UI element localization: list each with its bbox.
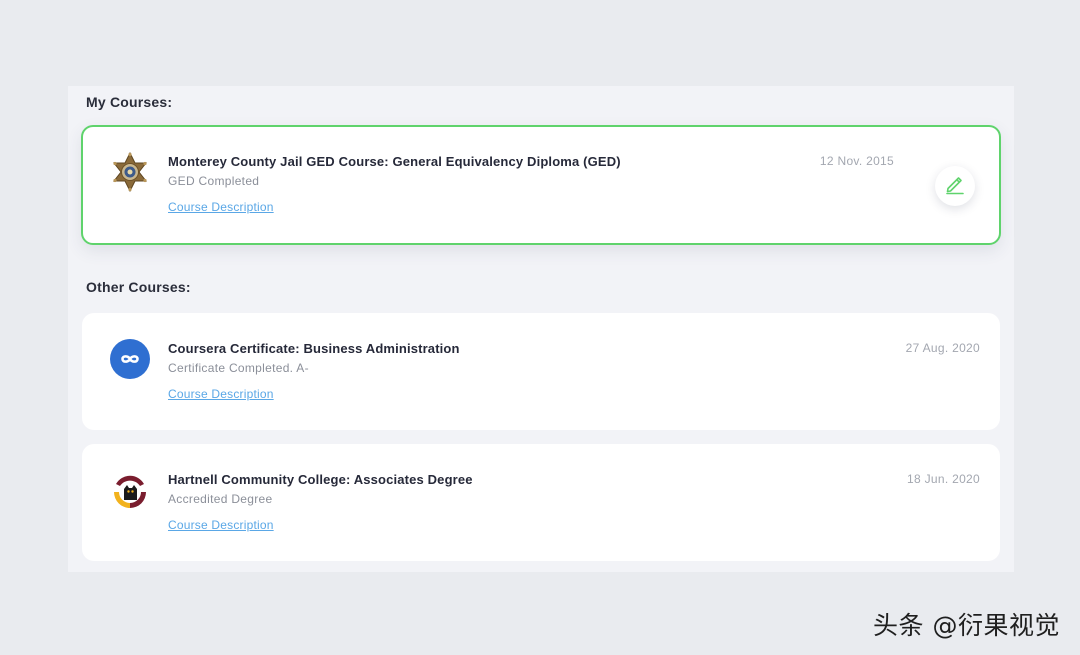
course-title: Hartnell Community College: Associates D… xyxy=(168,472,473,487)
course-title: Monterey County Jail GED Course: General… xyxy=(168,154,621,169)
course-status: Certificate Completed. A- xyxy=(168,361,309,375)
course-card-ged[interactable]: Monterey County Jail GED Course: General… xyxy=(81,125,1001,245)
pencil-icon xyxy=(944,173,966,200)
course-card-hartnell[interactable]: Hartnell Community College: Associates D… xyxy=(82,444,1000,561)
course-date: 12 Nov. 2015 xyxy=(819,154,894,168)
course-card-coursera[interactable]: Coursera Certificate: Business Administr… xyxy=(82,313,1000,430)
course-description-link[interactable]: Course Description xyxy=(168,387,274,401)
course-description-link[interactable]: Course Description xyxy=(168,200,274,214)
course-date: 27 Aug. 2020 xyxy=(905,341,980,355)
edit-course-button[interactable] xyxy=(935,166,975,206)
course-status: GED Completed xyxy=(168,174,260,188)
sheriff-star-badge-icon xyxy=(110,151,150,193)
course-status: Accredited Degree xyxy=(168,492,273,506)
other-courses-heading: Other Courses: xyxy=(86,279,191,295)
course-title: Coursera Certificate: Business Administr… xyxy=(168,341,460,356)
course-description-link[interactable]: Course Description xyxy=(168,518,274,532)
my-courses-heading: My Courses: xyxy=(86,94,173,110)
coursera-logo-icon xyxy=(110,339,150,379)
course-date: 18 Jun. 2020 xyxy=(907,472,980,486)
hartnell-panther-logo-icon xyxy=(110,470,150,510)
watermark-text: 头条 @衍果视觉 xyxy=(873,611,1060,640)
